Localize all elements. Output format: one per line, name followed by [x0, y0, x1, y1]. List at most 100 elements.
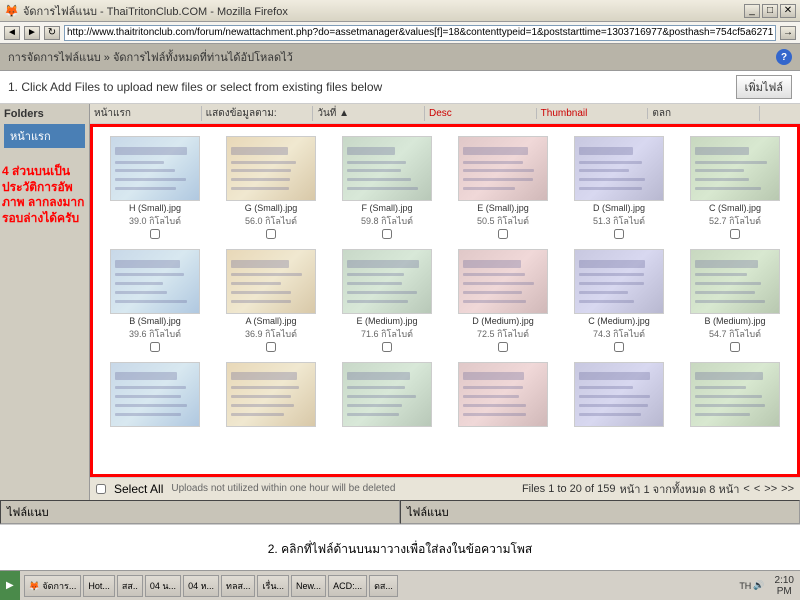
- file-size: 39.0 กิโลไบต์: [129, 214, 181, 228]
- file-size: 52.7 กิโลไบต์: [709, 214, 761, 228]
- start-button[interactable]: ▶: [0, 571, 20, 600]
- file-checkbox[interactable]: [150, 229, 160, 239]
- file-size: 72.5 กิโลไบต์: [477, 327, 529, 341]
- address-input[interactable]: [64, 25, 776, 41]
- page-wrapper: 🦊 จัดการไฟล์แนบ - ThaiTritonClub.COM - M…: [0, 0, 800, 600]
- nav-first-button[interactable]: <: [743, 483, 749, 495]
- file-name: D (Medium).jpg: [472, 316, 534, 327]
- file-checkbox[interactable]: [266, 342, 276, 352]
- file-thumbnail: [342, 249, 432, 314]
- file-item[interactable]: B (Small).jpg39.6 กิโลไบต์: [97, 244, 213, 357]
- grid-header-extra[interactable]: ตลก: [648, 106, 760, 121]
- select-all-label: Select All: [96, 482, 163, 496]
- nav-prev-button[interactable]: <: [754, 483, 760, 495]
- file-item[interactable]: [561, 357, 677, 434]
- file-item[interactable]: E (Medium).jpg71.6 กิโลไบต์: [329, 244, 445, 357]
- select-all-checkbox[interactable]: [96, 484, 106, 494]
- taskbar-item-2[interactable]: สส..: [117, 575, 143, 597]
- nav-next-button[interactable]: >>: [764, 483, 777, 495]
- grid-content: H (Small).jpg39.0 กิโลไบต์G (Small).jpg5…: [90, 124, 800, 477]
- reload-button[interactable]: ↻: [44, 26, 60, 40]
- file-size: 36.9 กิโลไบต์: [245, 327, 297, 341]
- maximize-button[interactable]: □: [762, 4, 778, 18]
- sidebar: Folders หน้าแรก 4 ส่วนบนเป็นประวัติการอั…: [0, 104, 90, 500]
- taskbar-item-8[interactable]: ACD:...: [328, 575, 367, 597]
- file-item[interactable]: [213, 357, 329, 434]
- file-thumbnail: [690, 362, 780, 427]
- taskbar-item-7[interactable]: New...: [291, 575, 326, 597]
- instruction-bar: 1. Click Add Files to upload new files o…: [0, 71, 800, 104]
- file-thumbnail: [226, 362, 316, 427]
- go-button[interactable]: →: [780, 26, 796, 40]
- grid-header-sort[interactable]: แสดงข้อมูลตาม:: [202, 106, 314, 121]
- taskbar-item-firefox[interactable]: 🦊 จัดการ...: [24, 575, 82, 597]
- taskbar-item-5[interactable]: ทลส...: [221, 575, 255, 597]
- taskbar-item-3[interactable]: 04 น...: [145, 575, 181, 597]
- taskbar-item-1[interactable]: Hot...: [83, 575, 115, 597]
- file-checkbox[interactable]: [150, 342, 160, 352]
- file-item[interactable]: [677, 357, 793, 434]
- file-item[interactable]: [445, 357, 561, 434]
- file-name: A (Small).jpg: [245, 316, 296, 327]
- forward-button[interactable]: ►: [24, 26, 40, 40]
- taskbar-item-9[interactable]: ดส...: [369, 575, 398, 597]
- file-checkbox[interactable]: [382, 229, 392, 239]
- back-button[interactable]: ◄: [4, 26, 20, 40]
- browser-title-bar: 🦊 จัดการไฟล์แนบ - ThaiTritonClub.COM - M…: [0, 0, 800, 22]
- file-item[interactable]: C (Medium).jpg74.3 กิโลไบต์: [561, 244, 677, 357]
- help-icon[interactable]: ?: [776, 49, 792, 65]
- file-item[interactable]: G (Small).jpg56.0 กิโลไบต์: [213, 131, 329, 244]
- file-thumbnail: [110, 136, 200, 201]
- file-grid: H (Small).jpg39.0 กิโลไบต์G (Small).jpg5…: [93, 127, 797, 438]
- nav-last-button[interactable]: >>: [781, 483, 794, 495]
- file-name: E (Small).jpg: [477, 203, 529, 214]
- file-item[interactable]: H (Small).jpg39.0 กิโลไบต์: [97, 131, 213, 244]
- sidebar-annotation: 4 ส่วนบนเป็นประวัติการอัพภาพ ลากลงมากรอบ…: [2, 164, 89, 226]
- file-checkbox[interactable]: [382, 342, 392, 352]
- taskbar-inner: ▶ 🦊 จัดการ... Hot... สส.. 04 น... 04 ห..…: [0, 571, 800, 600]
- file-thumbnail: [226, 136, 316, 201]
- file-item[interactable]: C (Small).jpg52.7 กิโลไบต์: [677, 131, 793, 244]
- file-checkbox[interactable]: [498, 342, 508, 352]
- file-name: C (Small).jpg: [709, 203, 761, 214]
- file-size: 39.6 กิโลไบต์: [129, 327, 181, 341]
- file-checkbox[interactable]: [266, 229, 276, 239]
- file-item[interactable]: D (Medium).jpg72.5 กิโลไบต์: [445, 244, 561, 357]
- taskbar: ▶ 🦊 จัดการ... Hot... สส.. 04 น... 04 ห..…: [0, 570, 800, 600]
- file-size: 54.7 กิโลไบต์: [709, 327, 761, 341]
- file-item[interactable]: E (Small).jpg50.5 กิโลไบต์: [445, 131, 561, 244]
- file-thumbnail: [458, 249, 548, 314]
- file-panels: ไฟล์แนบ ไฟล์แนบ: [0, 500, 800, 524]
- file-checkbox[interactable]: [730, 342, 740, 352]
- add-file-button[interactable]: เพิ่มไฟล์: [736, 75, 792, 99]
- sidebar-folder-home[interactable]: หน้าแรก: [4, 124, 85, 148]
- file-checkbox[interactable]: [498, 229, 508, 239]
- file-item[interactable]: B (Medium).jpg54.7 กิโลไบต์: [677, 244, 793, 357]
- file-checkbox[interactable]: [730, 229, 740, 239]
- file-item[interactable]: [329, 357, 445, 434]
- breadcrumb: การจัดการไฟล์แนบ » จัดการไฟล์ทั้งหมดที่ท…: [8, 48, 293, 66]
- select-all-text: Select All: [114, 482, 163, 496]
- file-checkbox[interactable]: [614, 229, 624, 239]
- file-thumbnail: [226, 249, 316, 314]
- file-item[interactable]: D (Small).jpg51.3 กิโลไบต์: [561, 131, 677, 244]
- file-item[interactable]: F (Small).jpg59.8 กิโลไบต์: [329, 131, 445, 244]
- grid-header-name[interactable]: หน้าแรก: [90, 106, 202, 121]
- footer-left: Select All Uploads not utilized within o…: [96, 482, 395, 496]
- taskbar-item-6[interactable]: เรื่น...: [257, 575, 289, 597]
- grid-header-thumb[interactable]: Thumbnail: [537, 108, 649, 119]
- file-item[interactable]: [97, 357, 213, 434]
- file-panel-right: ไฟล์แนบ: [400, 500, 800, 524]
- close-button[interactable]: ✕: [780, 4, 796, 18]
- file-grid-container: หน้าแรก แสดงข้อมูลตาม: วันที่ ▲ Desc Thu…: [90, 104, 800, 500]
- file-name: G (Small).jpg: [245, 203, 298, 214]
- file-checkbox[interactable]: [614, 342, 624, 352]
- minimize-button[interactable]: _: [744, 4, 760, 18]
- grid-header-date[interactable]: วันที่ ▲: [313, 106, 425, 121]
- taskbar-items: 🦊 จัดการ... Hot... สส.. 04 น... 04 ห... …: [20, 575, 736, 597]
- file-thumbnail: [690, 136, 780, 201]
- file-size: 50.5 กิโลไบต์: [477, 214, 529, 228]
- taskbar-item-4[interactable]: 04 ห...: [183, 575, 219, 597]
- grid-header-desc[interactable]: Desc: [425, 108, 537, 119]
- file-item[interactable]: A (Small).jpg36.9 กิโลไบต์: [213, 244, 329, 357]
